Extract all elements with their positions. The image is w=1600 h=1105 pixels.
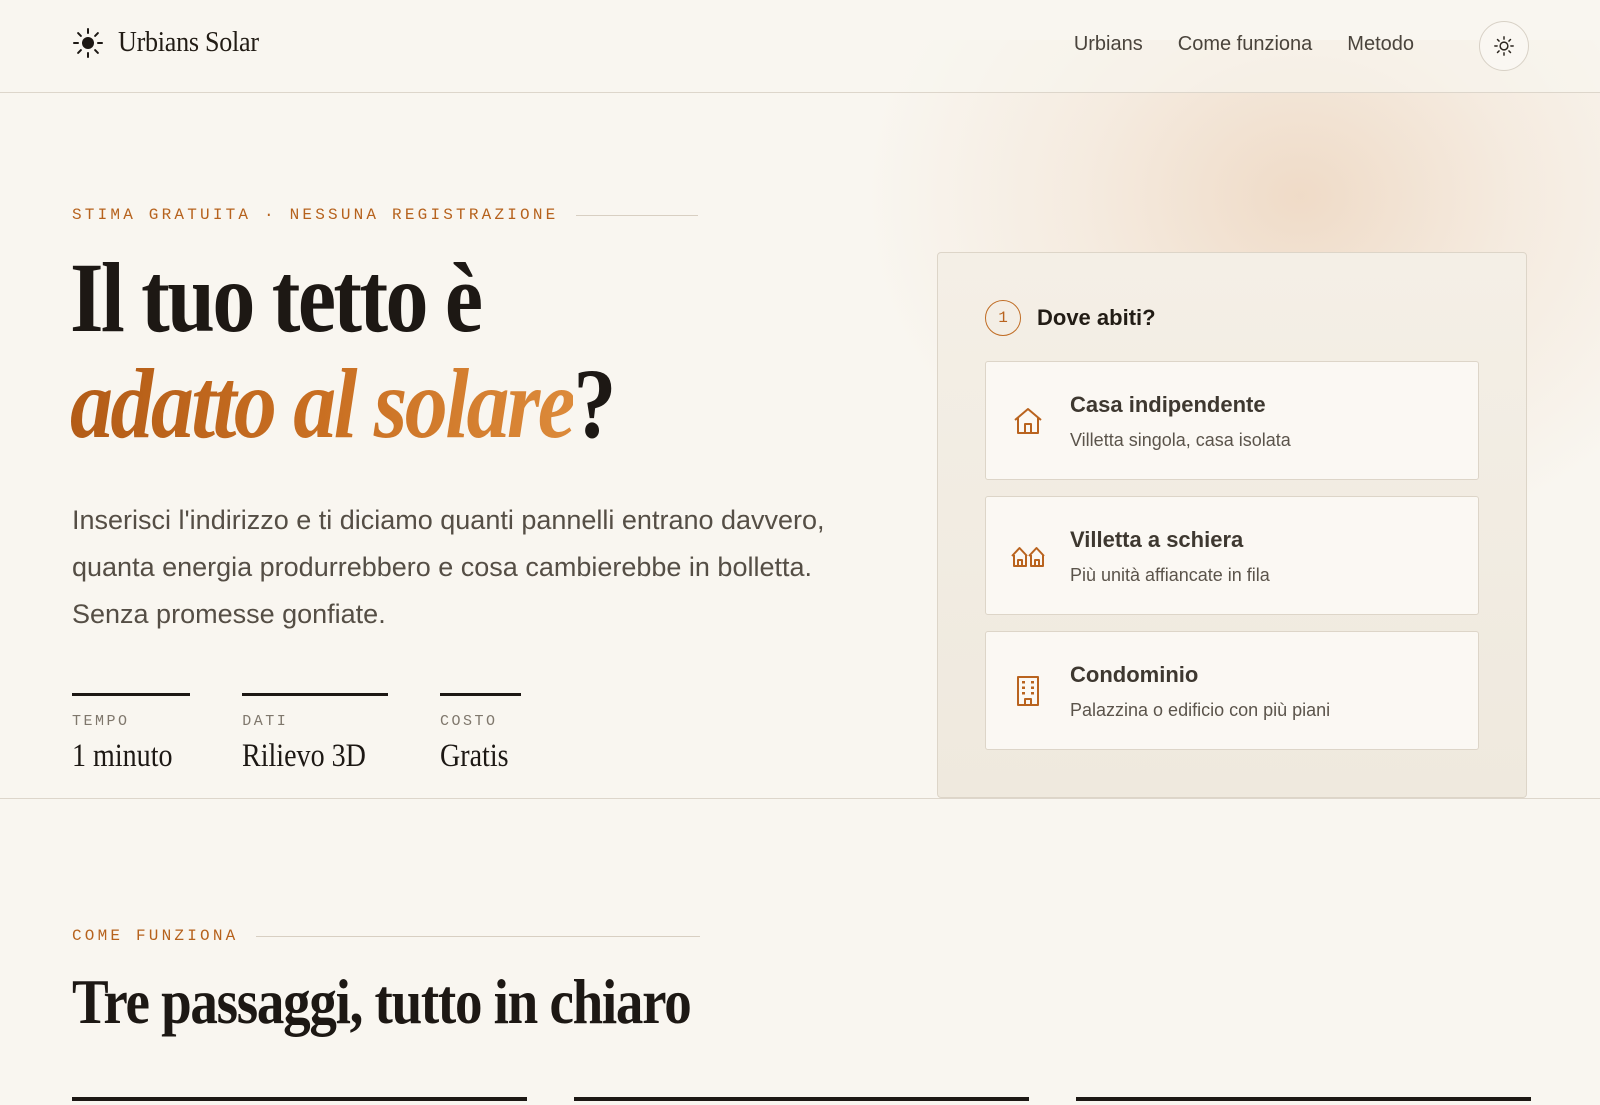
nav-link-urbians[interactable]: Urbians [1074,33,1143,56]
hero-lead: Inserisci l'indirizzo e ti diciamo quant… [72,505,825,629]
brand-name: Urbians Solar [118,26,259,58]
step-header: 1 Dove abiti? [985,300,1156,336]
nav-link-come-funziona[interactable]: Come funziona [1178,33,1313,56]
stat-costo: COSTO Gratis [440,693,521,775]
option-description: Più unità affiancate in fila [1070,565,1270,585]
eyebrow-rule [576,214,699,216]
hero-eyebrow-text: STIMA GRATUITA · NESSUNA REGISTRAZIONE [72,206,559,224]
eyebrow-rule [256,935,701,937]
building-icon [1017,676,1039,706]
stat-dati: DATI Rilievo 3D [242,693,389,775]
stat-value: 1 minuto [72,738,173,774]
sun-icon [73,27,103,58]
hero-title-line2: adatto al solare? [70,348,616,459]
house-icon [1014,408,1042,434]
stat-value: Gratis [440,738,509,774]
sun-outline-icon [1494,36,1514,56]
section-eyebrow: COME FUNZIONA [72,927,701,945]
nav-link-metodo[interactable]: Metodo [1347,33,1414,56]
section-eyebrow-text: COME FUNZIONA [72,927,239,945]
option-villetta-a-schiera[interactable]: Villetta a schiera Più unità affiancate … [985,496,1479,615]
estimate-card: 1 Dove abiti? Casa indipendente Villetta… [937,252,1527,798]
hero-title-line1: Il tuo tetto è [70,242,483,353]
row-houses-icon [1011,547,1045,567]
main-nav: Urbians Come funziona Metodo [1074,33,1414,56]
brand-logo[interactable]: Urbians Solar [72,26,274,59]
option-title: Casa indipendente [1070,392,1266,417]
hero-stats: TEMPO 1 minuto DATI Rilievo 3D COSTO Gra… [72,693,521,775]
hero-title-accent: adatto al solare [70,348,576,459]
step-rule-3 [1076,1097,1531,1101]
steps-top-rules [72,1097,1531,1101]
option-description: Palazzina o edificio con più piani [1070,700,1331,720]
step-title: Dove abiti? [1037,305,1156,330]
hero-title-mark: ? [573,348,616,459]
step-rule-1 [72,1097,527,1101]
stat-label: COSTO [440,713,498,730]
section-divider [0,798,1600,799]
stat-label: TEMPO [72,713,130,730]
option-casa-indipendente[interactable]: Casa indipendente Villetta singola, casa… [985,361,1479,480]
hero-eyebrow: STIMA GRATUITA · NESSUNA REGISTRAZIONE [72,206,699,224]
stat-tempo: TEMPO 1 minuto [72,693,191,775]
stat-value: Rilievo 3D [242,738,367,774]
theme-toggle-button[interactable] [1479,21,1529,71]
option-description: Villetta singola, casa isolata [1070,430,1291,450]
option-title: Condominio [1070,662,1199,687]
site-header: Urbians Solar Urbians Come funziona Meto… [0,0,1600,93]
step-number-badge: 1 [985,300,1021,336]
option-title: Villetta a schiera [1070,527,1244,552]
stat-label: DATI [242,713,289,730]
step-rule-2 [574,1097,1029,1101]
option-condominio[interactable]: Condominio Palazzina o edificio con più … [985,631,1479,750]
hero-title: Il tuo tetto è adatto al solare? [70,245,702,457]
section-title: Tre passaggi, tutto in chiaro [72,966,692,1037]
